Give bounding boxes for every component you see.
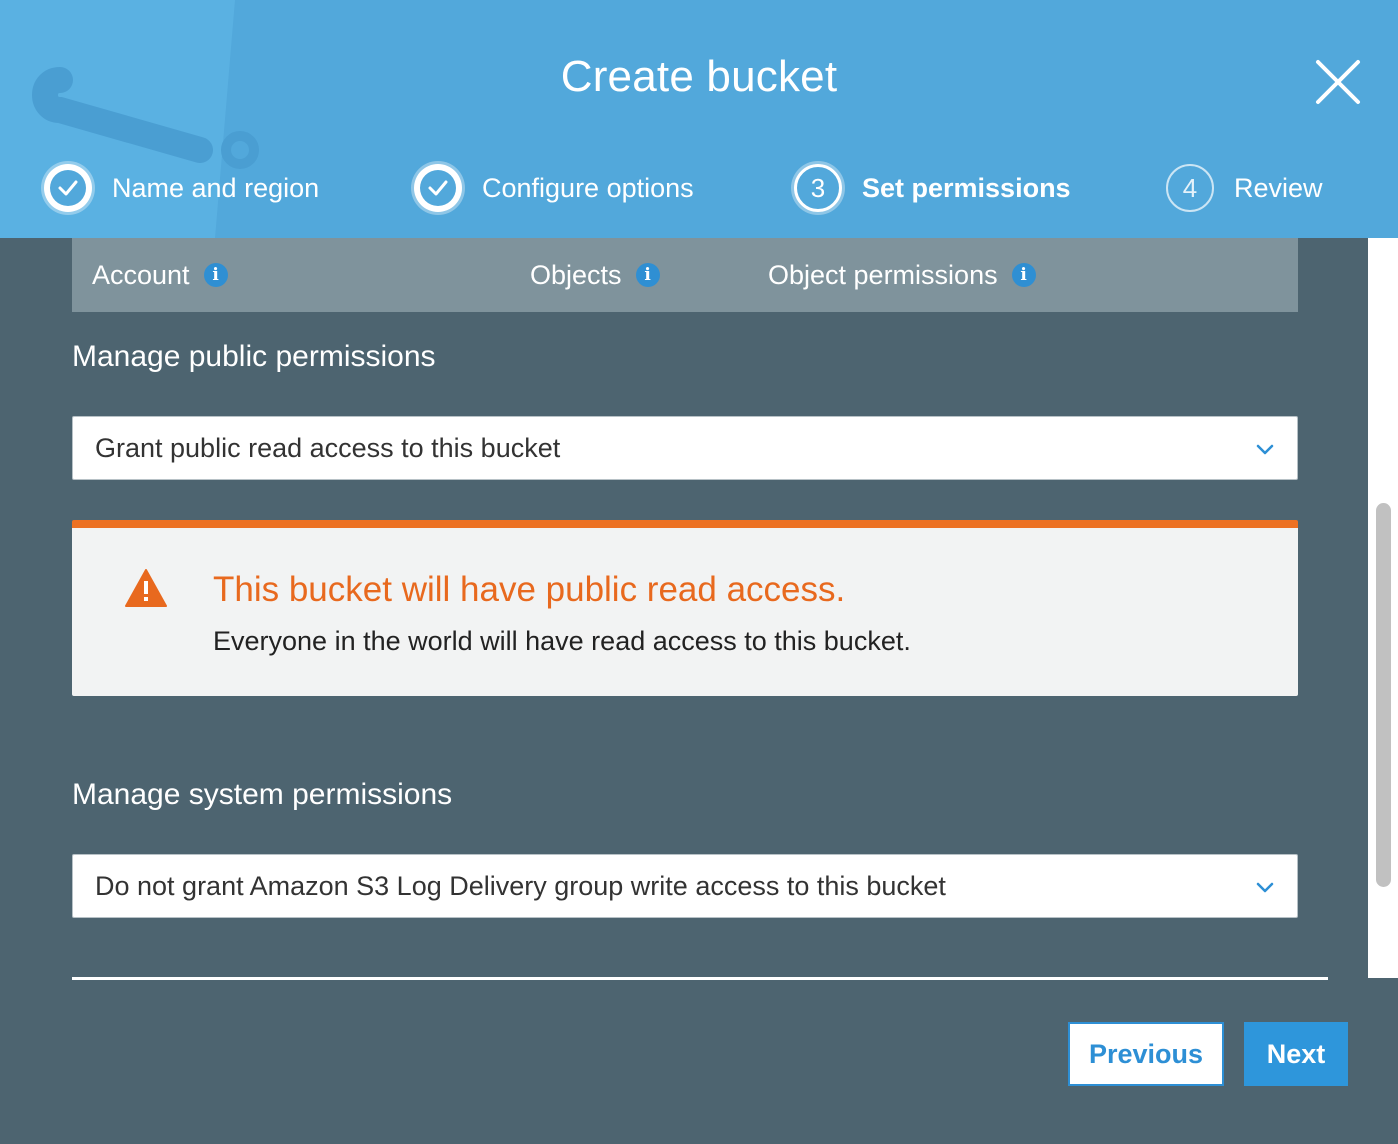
system-permissions-select[interactable]: Do not grant Amazon S3 Log Delivery grou… [72,854,1298,918]
previous-button[interactable]: Previous [1068,1022,1224,1086]
system-permissions-heading: Manage system permissions [72,778,453,811]
chevron-down-icon [1256,444,1274,455]
tab-label: Object permissions [768,259,998,290]
select-value: Do not grant Amazon S3 Log Delivery grou… [95,870,946,901]
warning-icon [125,569,167,607]
tab-objects[interactable]: Objects i [530,238,660,312]
tab-label: Account [92,259,190,290]
warning-title: This bucket will have public read access… [213,570,846,609]
step-label: Set permissions [862,172,1071,203]
info-icon[interactable]: i [635,263,660,287]
dialog-header: Create bucket Name and region Configure … [0,0,1398,238]
footer-divider [72,977,1328,980]
chevron-down-icon [1256,882,1274,893]
public-permissions-select[interactable]: Grant public read access to this bucket [72,416,1298,480]
check-icon [44,164,92,212]
info-icon[interactable]: i [1011,263,1036,287]
create-bucket-dialog: Create bucket Name and region Configure … [0,0,1398,1144]
warning-message: Everyone in the world will have read acc… [213,626,911,656]
scrollbar-thumb[interactable] [1376,503,1391,887]
info-icon[interactable]: i [203,263,228,287]
check-icon [414,164,462,212]
next-button[interactable]: Next [1244,1022,1348,1086]
select-value: Grant public read access to this bucket [95,432,561,463]
step-label: Configure options [482,172,694,203]
step-label: Review [1234,172,1323,203]
close-icon[interactable] [1312,56,1364,108]
dialog-title: Create bucket [560,52,838,101]
wizard-steps: Name and region Configure options 3 Set … [0,158,1398,218]
step-set-permissions[interactable]: 3 Set permissions [794,158,1071,218]
step-number-icon: 3 [794,164,842,212]
public-permissions-heading: Manage public permissions [72,340,436,373]
step-configure-options[interactable]: Configure options [414,158,694,218]
public-access-warning: This bucket will have public read access… [72,520,1298,696]
step-label: Name and region [112,172,320,203]
tab-object-permissions[interactable]: Object permissions i [768,238,1036,312]
permissions-tabbar: Account i Objects i Object permissions i [72,238,1298,312]
step-number-icon: 4 [1166,164,1214,212]
step-name-and-region[interactable]: Name and region [44,158,319,218]
tab-account[interactable]: Account i [92,238,228,312]
step-review[interactable]: 4 Review [1166,158,1323,218]
tab-label: Objects [530,259,622,290]
